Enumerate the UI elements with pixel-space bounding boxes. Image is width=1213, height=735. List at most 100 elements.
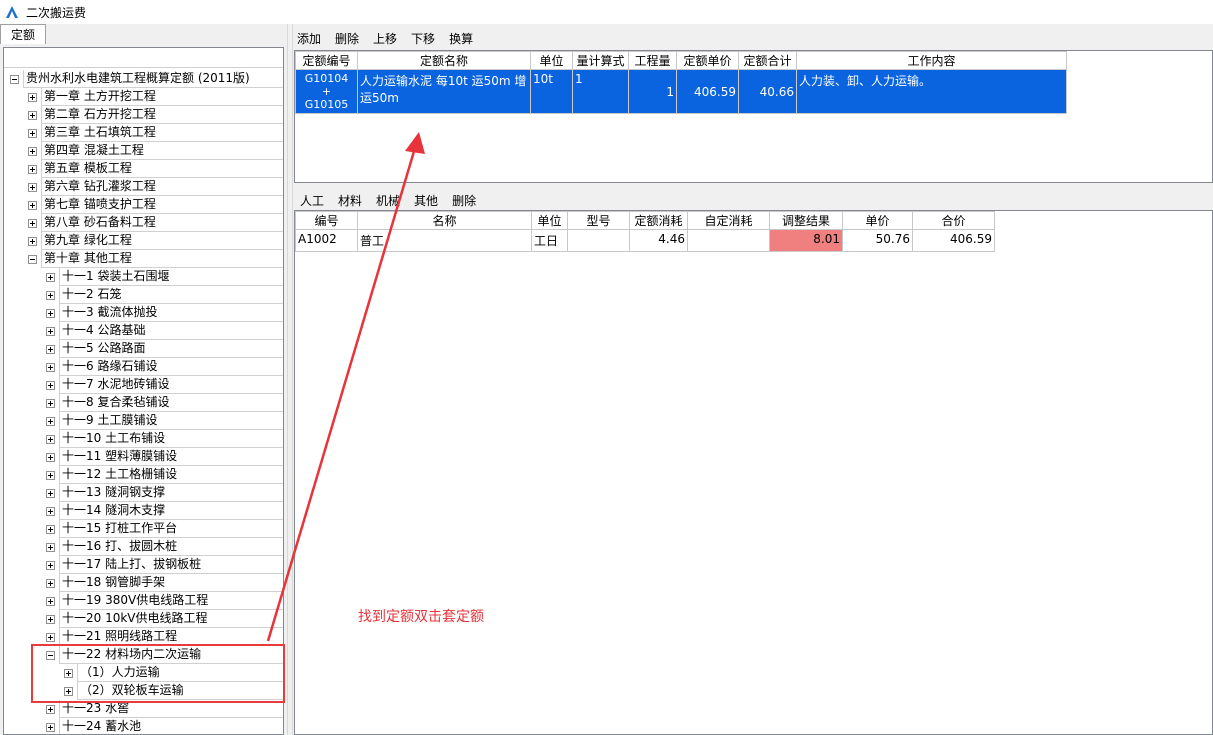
expand-icon[interactable] <box>46 434 55 444</box>
column-header[interactable]: 自定消耗 <box>687 211 770 230</box>
tree-section[interactable]: 十一5 公路路面 <box>46 340 283 358</box>
table-cell[interactable]: 人力装、卸、人力运输。 <box>796 69 1067 114</box>
table-row[interactable]: A1002 普工 工日 4.46 8.01 50.76 406.59 <box>295 229 995 252</box>
table-cell[interactable] <box>687 229 770 252</box>
tree-chapter[interactable]: 第二章 石方开挖工程 <box>28 106 283 124</box>
table-cell[interactable]: 人力运输水泥 每10t 运50m 增运50m <box>357 69 531 114</box>
table-cell[interactable]: 1 <box>628 69 677 114</box>
column-header[interactable]: 定额消耗 <box>629 211 688 230</box>
quota-grid[interactable]: 定额编号 定额名称 单位 量计算式 工程量 定额单价 定额合计 工作内容 G10104 + G… <box>294 50 1213 183</box>
column-header[interactable]: 调整结果 <box>769 211 843 230</box>
tree-section[interactable]: 十一8 复合柔毡铺设 <box>46 394 283 412</box>
column-header[interactable]: 定额编号 <box>295 51 358 70</box>
tree-section[interactable]: 十一24 蓄水池 <box>46 718 283 734</box>
tree-section[interactable]: 十一18 钢管脚手架 <box>46 574 283 592</box>
tree-root[interactable]: 贵州水利水电建筑工程概算定额 (2011版) <box>10 70 283 88</box>
tree-section[interactable]: 十一2 石笼 <box>46 286 283 304</box>
tree-section[interactable]: 十一12 土工格栅铺设 <box>46 466 283 484</box>
expand-icon[interactable] <box>46 542 55 552</box>
expand-icon[interactable] <box>46 272 55 282</box>
expand-icon[interactable] <box>28 146 37 156</box>
expand-icon[interactable] <box>46 524 55 534</box>
expand-icon[interactable] <box>28 164 37 174</box>
tree-chapter[interactable]: 第三章 土石填筑工程 <box>28 124 283 142</box>
quota-toolbar-button-2[interactable]: 上移 <box>373 30 397 47</box>
column-header[interactable]: 单位 <box>530 51 573 70</box>
table-cell[interactable]: 工日 <box>531 229 568 252</box>
tree-section[interactable]: 十一11 塑料薄膜铺设 <box>46 448 283 466</box>
tree-chapter[interactable]: 第九章 绿化工程 <box>28 232 283 250</box>
tree-section[interactable]: 十一15 打桩工作平台 <box>46 520 283 538</box>
quota-toolbar-button-0[interactable]: 添加 <box>297 30 321 47</box>
tree-section[interactable]: 十一16 打、拔圆木桩 <box>46 538 283 556</box>
resource-toolbar-button-1[interactable]: 材料 <box>338 192 362 209</box>
table-cell[interactable]: 50.76 <box>842 229 913 252</box>
column-header[interactable]: 定额合计 <box>738 51 797 70</box>
expand-icon[interactable] <box>46 596 55 606</box>
table-cell[interactable]: 406.59 <box>676 69 739 114</box>
column-header[interactable]: 单位 <box>531 211 568 230</box>
table-cell[interactable]: 8.01 <box>769 229 843 252</box>
table-cell[interactable]: 10t <box>530 69 573 114</box>
quota-toolbar-button-1[interactable]: 删除 <box>335 30 359 47</box>
column-header[interactable]: 单价 <box>842 211 913 230</box>
expand-icon[interactable] <box>46 308 55 318</box>
collapse-icon[interactable] <box>28 254 37 264</box>
tab-quota[interactable]: 定额 <box>0 24 46 44</box>
collapse-icon[interactable] <box>10 74 19 84</box>
tree-chapter[interactable]: 第六章 钻孔灌浆工程 <box>28 178 283 196</box>
table-cell[interactable]: 普工 <box>357 229 532 252</box>
tree-section[interactable]: 十一9 土工膜铺设 <box>46 412 283 430</box>
panel-splitter[interactable] <box>287 24 293 735</box>
resource-grid[interactable]: 编号 名称 单位 型号 定额消耗 自定消耗 调整结果 单价 合价 A1002 普工 工日 4.46 8.… <box>294 210 1213 735</box>
tree-section[interactable]: 十一1 袋装土石围堰 <box>46 268 283 286</box>
expand-icon[interactable] <box>46 488 55 498</box>
expand-icon[interactable] <box>28 110 37 120</box>
expand-icon[interactable] <box>28 218 37 228</box>
tree-chapter[interactable]: 第七章 锚喷支护工程 <box>28 196 283 214</box>
expand-icon[interactable] <box>46 578 55 588</box>
column-header[interactable]: 量计算式 <box>572 51 629 70</box>
expand-icon[interactable] <box>46 506 55 516</box>
expand-icon[interactable] <box>28 200 37 210</box>
expand-icon[interactable] <box>46 344 55 354</box>
column-header[interactable]: 定额单价 <box>676 51 739 70</box>
table-cell[interactable]: 40.66 <box>738 69 797 114</box>
resource-toolbar-button-2[interactable]: 机械 <box>376 192 400 209</box>
column-header[interactable]: 工程量 <box>628 51 677 70</box>
quota-toolbar-button-3[interactable]: 下移 <box>411 30 435 47</box>
expand-icon[interactable] <box>28 92 37 102</box>
expand-icon[interactable] <box>46 380 55 390</box>
expand-icon[interactable] <box>46 632 55 642</box>
expand-icon[interactable] <box>46 398 55 408</box>
expand-icon[interactable] <box>46 326 55 336</box>
resource-toolbar-button-0[interactable]: 人工 <box>300 192 324 209</box>
table-row[interactable]: G10104 + G10105 人力运输水泥 每10t 运50m 增运50m 10t… <box>295 69 1067 114</box>
tree-section[interactable]: 十一14 隧洞木支撑 <box>46 502 283 520</box>
table-cell[interactable]: 4.46 <box>629 229 688 252</box>
column-header[interactable]: 名称 <box>357 211 532 230</box>
column-header[interactable]: 工作内容 <box>796 51 1067 70</box>
expand-icon[interactable] <box>46 362 55 372</box>
expand-icon[interactable] <box>46 614 55 624</box>
expand-icon[interactable] <box>46 560 55 570</box>
tree-section[interactable]: 十一20 10kV供电线路工程 <box>46 610 283 628</box>
expand-icon[interactable] <box>46 416 55 426</box>
tree-chapter[interactable]: 第四章 混凝土工程 <box>28 142 283 160</box>
column-header[interactable]: 合价 <box>912 211 995 230</box>
expand-icon[interactable] <box>46 470 55 480</box>
tree-section[interactable]: 十一13 隧洞钢支撑 <box>46 484 283 502</box>
expand-icon[interactable] <box>46 722 55 732</box>
tree-section[interactable]: 十一17 陆上打、拔钢板桩 <box>46 556 283 574</box>
expand-icon[interactable] <box>46 704 55 714</box>
resource-toolbar-button-4[interactable]: 删除 <box>452 192 476 209</box>
quota-toolbar-button-4[interactable]: 换算 <box>449 30 473 47</box>
tree-section[interactable]: 十一7 水泥地砖铺设 <box>46 376 283 394</box>
expand-icon[interactable] <box>28 236 37 246</box>
table-cell[interactable]: 1 <box>572 69 629 114</box>
tree-chapter[interactable]: 第八章 砂石备料工程 <box>28 214 283 232</box>
tree-section[interactable]: 十一19 380V供电线路工程 <box>46 592 283 610</box>
tree-chapter[interactable]: 第一章 土方开挖工程 <box>28 88 283 106</box>
table-cell[interactable]: A1002 <box>295 229 358 252</box>
resource-toolbar-button-3[interactable]: 其他 <box>414 192 438 209</box>
